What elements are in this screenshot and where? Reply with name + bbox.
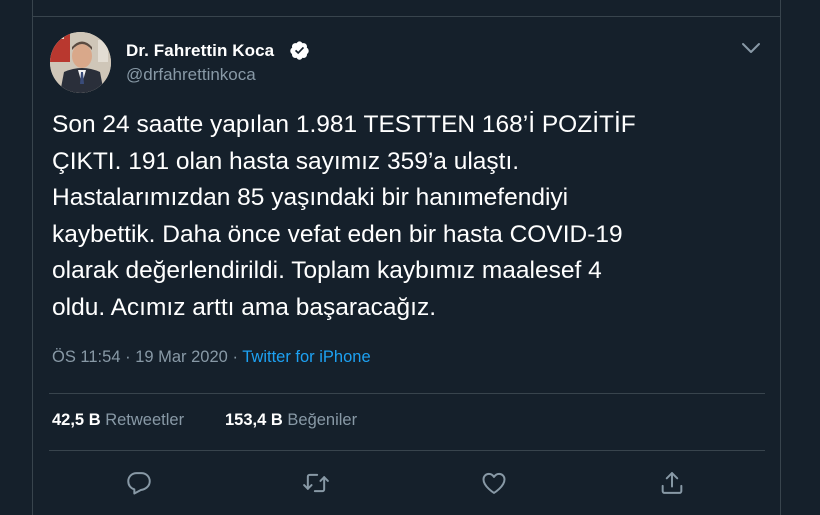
likes-stat[interactable]: 153,4 B Beğeniler	[225, 411, 357, 430]
tweet-text-line: olarak değerlendirildi. Toplam kaybımız …	[52, 257, 602, 284]
tweet-text-line: oldu. Acımız arttı ama başaracağız.	[52, 293, 437, 321]
like-icon	[482, 472, 506, 494]
avatar-photo	[50, 32, 111, 93]
tweet-text-line: Hastalarımızdan 85 yaşındaki bir hanımef…	[52, 184, 569, 211]
tweet-text-line: ÇIKTI. 191 olan hasta sayımız 359’a ulaş…	[52, 147, 520, 175]
meta-separator: ·	[125, 348, 131, 366]
tweet-meta: ÖS 11:54 · 19 Mar 2020 · Twitter for iPh…	[52, 348, 371, 367]
author-handle[interactable]: @drfahrettinkoca	[126, 65, 256, 85]
actions-top-divider	[49, 450, 765, 451]
likes-label: Beğeniler	[287, 411, 358, 429]
timeline-right-border	[780, 0, 781, 515]
tweet-card: Dr. Fahrettin Koca @drfahrettinkoca Son …	[33, 17, 780, 515]
tweet-source-link[interactable]: Twitter for iPhone	[242, 348, 370, 366]
tweet-date[interactable]: 19 Mar 2020	[135, 348, 228, 366]
retweets-count: 42,5 B	[52, 411, 101, 429]
share-button[interactable]	[658, 469, 686, 497]
tweet-time[interactable]: ÖS 11:54	[52, 348, 121, 366]
tweet-text-line: kaybettik. Daha önce vefat eden bir hast…	[52, 220, 623, 248]
retweet-button[interactable]	[302, 469, 330, 497]
chevron-down-icon[interactable]	[740, 39, 762, 57]
tweet-frame: Dr. Fahrettin Koca @drfahrettinkoca Son …	[0, 0, 820, 515]
stats-top-divider	[49, 393, 765, 394]
like-button[interactable]	[480, 469, 508, 497]
author-display-name[interactable]: Dr. Fahrettin Koca	[126, 41, 274, 61]
avatar[interactable]	[50, 32, 111, 93]
tweet-text: Son 24 saatte yapılan 1.981 TESTTEN 168’…	[52, 107, 752, 326]
share-icon	[661, 472, 683, 494]
tweet-text-line: Son 24 saatte yapılan 1.981 TESTTEN 168’…	[52, 111, 636, 138]
reply-button[interactable]	[125, 469, 153, 497]
retweets-label: Retweetler	[105, 411, 185, 429]
meta-separator: ·	[232, 348, 238, 366]
retweets-stat[interactable]: 42,5 B Retweetler	[52, 411, 184, 430]
retweet-icon	[303, 473, 329, 493]
reply-icon	[127, 472, 151, 495]
verified-badge-icon	[290, 41, 309, 60]
likes-count: 153,4 B	[225, 411, 283, 429]
